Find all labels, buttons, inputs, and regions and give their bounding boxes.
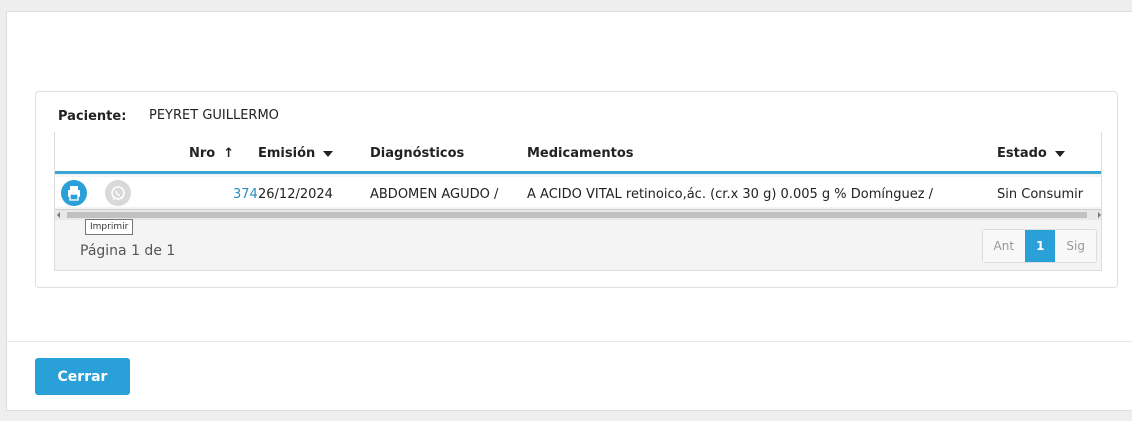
column-header-emision[interactable]: Emisión — [258, 146, 334, 161]
cell-emision: 26/12/2024 — [258, 187, 333, 202]
page-summary: Página 1 de 1 — [80, 243, 176, 259]
modal-dialog: Paciente: PEYRET GUILLERMO Nro ↑ Emisión … — [6, 11, 1132, 411]
column-header-diagnosticos[interactable]: Diagnósticos — [370, 146, 464, 161]
prescriptions-panel: Paciente: PEYRET GUILLERMO Nro ↑ Emisión … — [35, 91, 1118, 288]
scroll-left-icon[interactable] — [57, 212, 60, 218]
column-menu-caret-icon[interactable] — [1054, 150, 1065, 157]
prescriptions-grid: Nro ↑ Emisión Diagnósticos Medicamentos E… — [54, 132, 1102, 271]
patient-name: PEYRET GUILLERMO — [149, 108, 279, 123]
whatsapp-button[interactable] — [105, 180, 131, 206]
printer-icon — [68, 186, 80, 201]
print-button[interactable] — [61, 180, 87, 206]
close-button[interactable]: Cerrar — [35, 358, 130, 395]
print-tooltip: Imprimir — [85, 219, 134, 235]
cell-estado: Sin Consumir — [997, 187, 1084, 202]
horizontal-scrollbar[interactable] — [55, 209, 1101, 220]
sort-ascending-icon: ↑ — [223, 146, 235, 161]
grid-header: Nro ↑ Emisión Diagnósticos Medicamentos E… — [55, 132, 1101, 174]
next-page-button[interactable]: Sig — [1055, 230, 1096, 262]
whatsapp-icon — [111, 186, 125, 200]
footer-divider — [7, 341, 1132, 342]
column-header-nro[interactable]: Nro ↑ — [189, 146, 234, 161]
cell-nro-link[interactable]: 374 — [233, 187, 258, 202]
table-row[interactable]: 374 26/12/2024 ABDOMEN AGUDO / A ACIDO V… — [55, 177, 1101, 207]
column-header-medicamentos[interactable]: Medicamentos — [527, 146, 634, 161]
pagination: Ant 1 Sig — [981, 229, 1097, 263]
scroll-thumb[interactable] — [67, 212, 1087, 218]
prev-page-button[interactable]: Ant — [982, 230, 1026, 262]
column-header-estado[interactable]: Estado — [997, 146, 1065, 161]
scroll-right-icon[interactable] — [1098, 212, 1101, 218]
page-1-button[interactable]: 1 — [1025, 230, 1056, 262]
cell-diagnosticos: ABDOMEN AGUDO / — [370, 187, 499, 202]
patient-label: Paciente: — [58, 109, 127, 124]
cell-medicamentos: A ACIDO VITAL retinoico,ác. (cr.x 30 g) … — [527, 187, 934, 202]
column-menu-caret-icon[interactable] — [323, 150, 334, 157]
